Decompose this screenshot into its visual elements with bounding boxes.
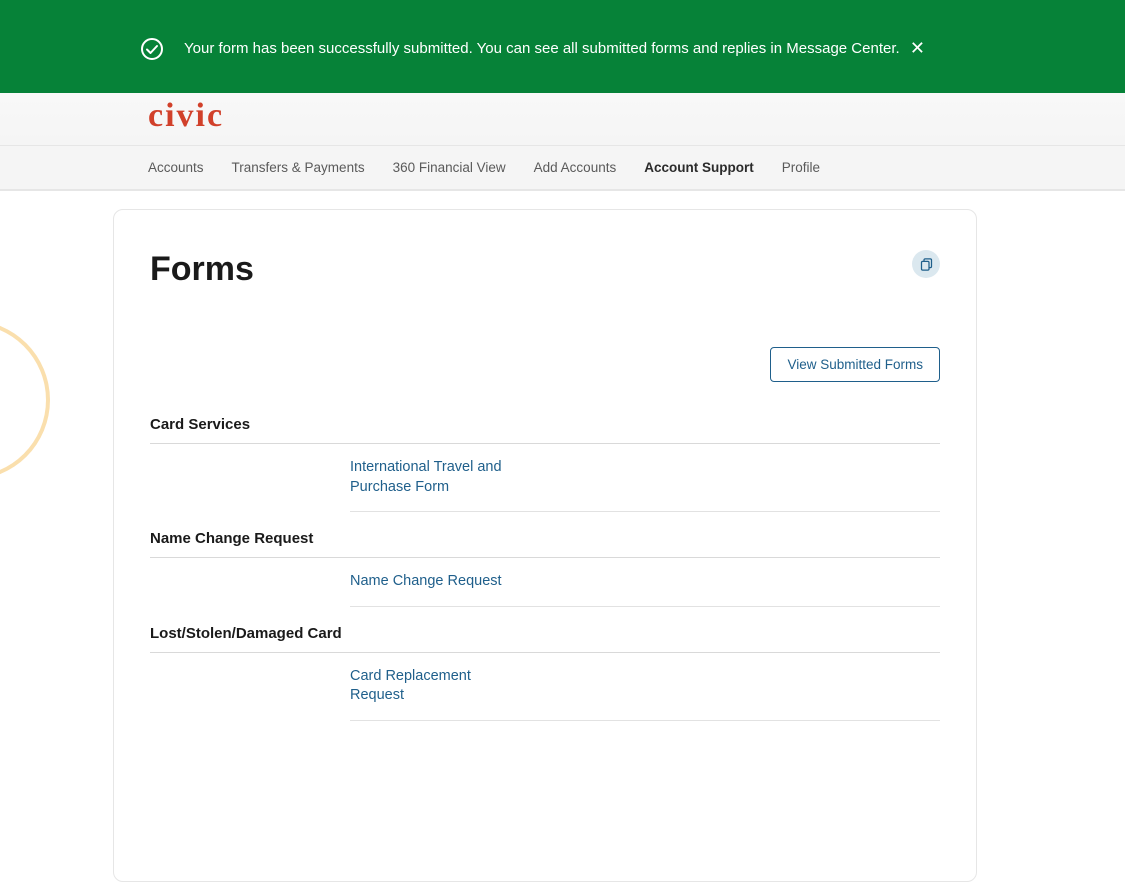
- section-name-change: Name Change Request Name Change Request: [150, 530, 940, 607]
- nav-360-financial-view[interactable]: 360 Financial View: [393, 160, 506, 175]
- section-title: Name Change Request: [150, 530, 940, 558]
- success-banner: Your form has been successfully submitte…: [0, 0, 1125, 93]
- form-row: Name Change Request: [350, 558, 940, 607]
- nav-profile[interactable]: Profile: [782, 160, 820, 175]
- copy-icon[interactable]: [912, 250, 940, 278]
- section-title: Lost/Stolen/Damaged Card: [150, 625, 940, 653]
- nav-account-support[interactable]: Account Support: [644, 160, 754, 175]
- form-link-card-replacement[interactable]: Card Replacement Request: [350, 667, 510, 706]
- decorative-arc: [0, 320, 50, 480]
- view-submitted-forms-button[interactable]: View Submitted Forms: [770, 347, 940, 382]
- close-icon[interactable]: ✕: [910, 38, 925, 59]
- form-link-name-change[interactable]: Name Change Request: [350, 572, 502, 592]
- nav-transfers-payments[interactable]: Transfers & Payments: [232, 160, 365, 175]
- brand-logo: civic: [148, 97, 224, 134]
- header: civic Accounts Transfers & Payments 360 …: [0, 93, 1125, 191]
- main-nav: Accounts Transfers & Payments 360 Financ…: [0, 145, 1125, 190]
- form-row: International Travel and Purchase Form: [350, 444, 940, 512]
- banner-message: Your form has been successfully submitte…: [184, 40, 900, 57]
- form-link-international-travel[interactable]: International Travel and Purchase Form: [350, 458, 510, 497]
- forms-card: Forms View Submitted Forms Card Services…: [113, 209, 977, 882]
- section-card-services: Card Services International Travel and P…: [150, 416, 940, 512]
- section-title: Card Services: [150, 416, 940, 444]
- section-lost-stolen: Lost/Stolen/Damaged Card Card Replacemen…: [150, 625, 940, 721]
- nav-accounts[interactable]: Accounts: [148, 160, 204, 175]
- nav-add-accounts[interactable]: Add Accounts: [534, 160, 617, 175]
- form-row: Card Replacement Request: [350, 653, 940, 721]
- check-circle-icon: [140, 37, 164, 61]
- page-title: Forms: [150, 250, 254, 289]
